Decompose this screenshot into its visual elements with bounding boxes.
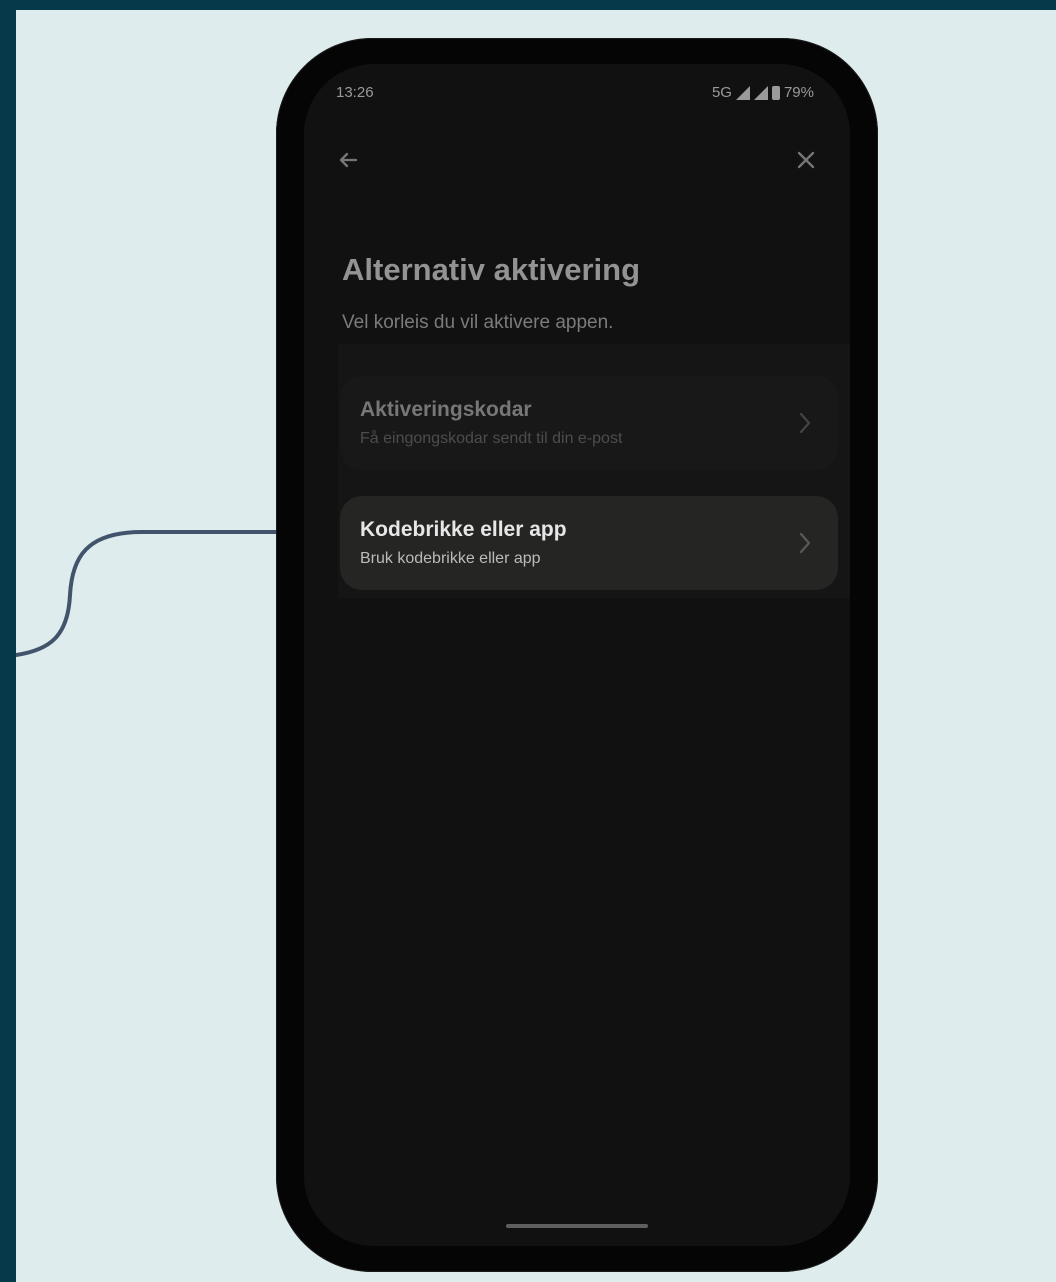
phone-screen: 13:26 5G 79% Alternativ aktivering Vel k… [304,64,850,1246]
battery-icon [771,85,780,100]
option-description: Bruk kodebrikke eller app [360,550,541,567]
option-title: Aktiveringskodar [360,398,532,421]
option-description: Få eingongskodar sendt til din e-post [360,430,623,447]
signal-icon-secondary [753,85,768,100]
presentation-canvas: 13:26 5G 79% Alternativ aktivering Vel k… [16,10,1056,1282]
chevron-right-icon [799,532,811,554]
status-time: 13:26 [336,84,374,101]
activation-codes-option[interactable]: Aktiveringskodar Få eingongskodar sendt … [340,376,838,470]
code-device-or-app-option[interactable]: Kodebrikke eller app Bruk kodebrikke ell… [340,496,838,590]
page-title: Alternativ aktivering [342,252,641,287]
close-button[interactable] [786,140,826,180]
phone-frame: 13:26 5G 79% Alternativ aktivering Vel k… [276,38,878,1272]
chevron-right-icon [799,412,811,434]
page-subtitle: Vel korleis du vil aktivere appen. [342,312,614,333]
battery-percentage: 79% [783,84,814,101]
home-indicator[interactable] [506,1224,648,1228]
top-navigation [328,140,826,184]
close-icon [797,151,815,169]
option-title: Kodebrikke eller app [360,518,567,541]
arrow-left-icon [339,152,358,168]
back-button[interactable] [328,140,368,180]
network-label: 5G [711,84,732,101]
signal-icon [735,85,750,100]
status-bar: 13:26 5G 79% [336,84,818,104]
status-indicators: 5G 79% [712,84,814,101]
activation-options: Aktiveringskodar Få eingongskodar sendt … [338,344,850,598]
